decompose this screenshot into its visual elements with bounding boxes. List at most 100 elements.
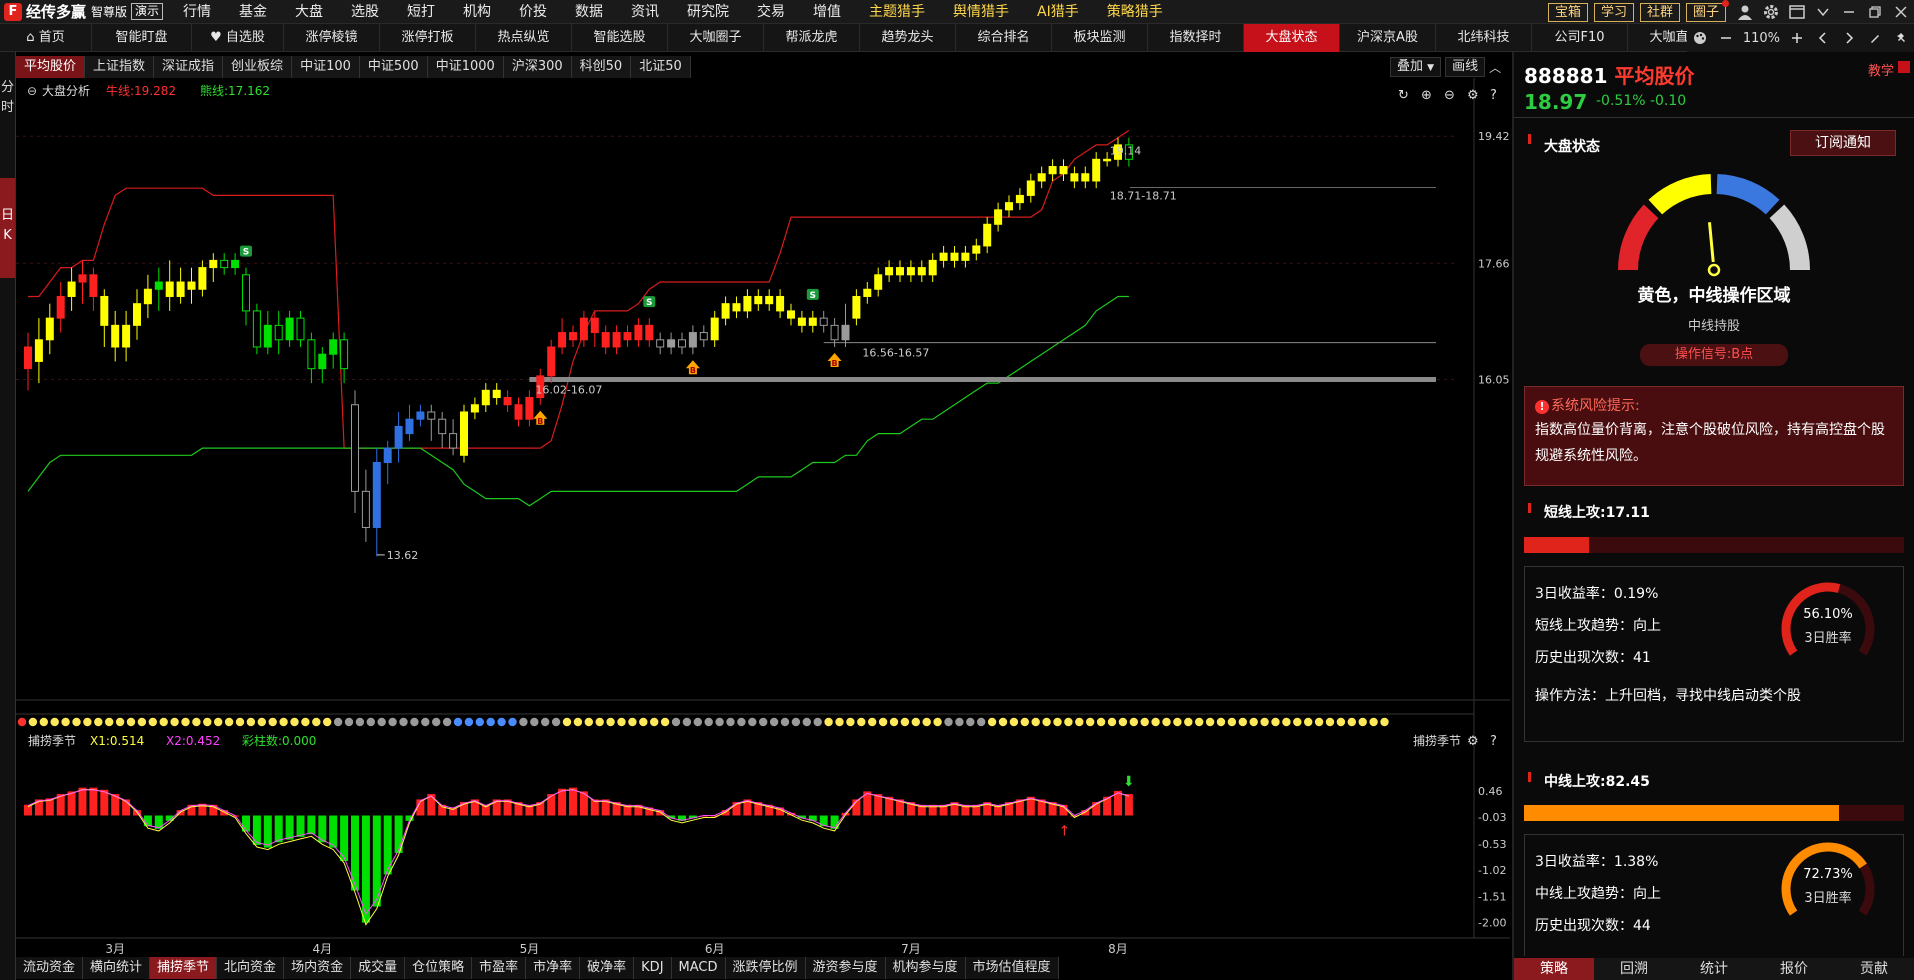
restore-icon[interactable] xyxy=(1862,0,1888,24)
indicator-tab-6[interactable]: 仓位策略 xyxy=(405,957,473,979)
demo-badge[interactable]: 演示 xyxy=(131,3,164,20)
top-menu-item-5[interactable]: 机构 xyxy=(449,0,505,24)
top-menu-item-12[interactable]: 主题猎手 xyxy=(855,0,939,24)
top-menu-item-10[interactable]: 交易 xyxy=(743,0,799,24)
strategy-tab-0[interactable]: 策略 xyxy=(1514,958,1594,980)
nav-item-16[interactable]: 公司F10 xyxy=(1532,23,1628,52)
nav-back-icon[interactable] xyxy=(1810,26,1836,50)
minimize-icon[interactable] xyxy=(1836,0,1862,24)
indicator-tab-5[interactable]: 成交量 xyxy=(351,957,406,979)
zoom-out-icon[interactable] xyxy=(1713,26,1739,50)
nav-forward-icon[interactable] xyxy=(1836,26,1862,50)
indicator-tab-0[interactable]: 流动资金 xyxy=(16,957,84,979)
index-tab-9[interactable]: 北证50 xyxy=(631,56,691,78)
zoom-in-icon[interactable] xyxy=(1784,26,1810,50)
indicator-tab-13[interactable]: 游资参与度 xyxy=(806,957,886,979)
index-tab-7[interactable]: 沪深300 xyxy=(503,56,572,78)
top-menu-item-13[interactable]: 舆情猎手 xyxy=(939,0,1023,24)
add-circle-icon[interactable]: ⊕ xyxy=(1421,88,1432,103)
nav-item-14[interactable]: 沪深京A股 xyxy=(1340,23,1436,52)
collapse-icon[interactable]: ⊖ xyxy=(27,84,37,98)
refresh-icon[interactable]: ↻ xyxy=(1398,88,1409,103)
nav-item-2[interactable]: ♥ 自选股 xyxy=(192,23,284,52)
settings-gear-icon[interactable] xyxy=(1758,0,1784,24)
index-tab-2[interactable]: 深证成指 xyxy=(154,56,224,78)
indicator-settings-icon[interactable]: ⚙ xyxy=(1467,734,1479,749)
indicator-tab-4[interactable]: 场内资金 xyxy=(284,957,352,979)
chevron-up-icon[interactable]: ︿ xyxy=(1489,59,1501,76)
index-tab-6[interactable]: 中证1000 xyxy=(427,56,504,78)
indicator-tab-9[interactable]: 破净率 xyxy=(580,957,635,979)
nav-item-1[interactable]: 智能盯盘 xyxy=(92,23,192,52)
close-icon[interactable] xyxy=(1888,0,1914,24)
minute-chart-tab[interactable]: 分时 xyxy=(0,78,15,118)
chart-area[interactable]: B B B S S S 19.14 18.71-18.71 16.02-16.07 16.56-1… xyxy=(16,78,1510,956)
nav-item-11[interactable]: 板块监测 xyxy=(1052,23,1148,52)
nav-item-10[interactable]: 综合排名 xyxy=(956,23,1052,52)
palette-icon[interactable] xyxy=(1687,26,1713,50)
top-menu-item-6[interactable]: 价投 xyxy=(505,0,561,24)
indicator-tab-10[interactable]: KDJ xyxy=(634,957,672,979)
top-menu-item-14[interactable]: AI猎手 xyxy=(1023,0,1093,24)
teach-link[interactable]: 教学 xyxy=(1868,60,1894,79)
daily-k-tab[interactable]: 日K xyxy=(0,178,15,278)
user-icon[interactable] xyxy=(1732,0,1758,24)
top-menu-item-9[interactable]: 研究院 xyxy=(673,0,743,24)
nav-item-6[interactable]: 智能选股 xyxy=(572,23,668,52)
indicator-tab-1[interactable]: 横向统计 xyxy=(83,957,151,979)
nav-item-12[interactable]: 指数择时 xyxy=(1148,23,1244,52)
overlay-dropdown[interactable]: 叠加 ▼ xyxy=(1390,57,1442,77)
pin-icon[interactable] xyxy=(1888,26,1914,50)
index-tab-3[interactable]: 创业板综 xyxy=(223,56,293,78)
index-tab-4[interactable]: 中证100 xyxy=(292,56,360,78)
top-menu-item-0[interactable]: 行情 xyxy=(169,0,225,24)
top-menu-item-8[interactable]: 资讯 xyxy=(617,0,673,24)
nav-item-13[interactable]: 大盘状态 xyxy=(1244,23,1340,52)
top-menu-item-15[interactable]: 策略猎手 xyxy=(1093,0,1177,24)
layout-icon[interactable] xyxy=(1784,0,1810,24)
indicator-tab-7[interactable]: 市盈率 xyxy=(472,957,527,979)
community-button[interactable]: 社群 xyxy=(1639,2,1680,22)
chart-settings-icon[interactable]: ⚙ xyxy=(1467,88,1479,103)
learn-button[interactable]: 学习 xyxy=(1593,2,1634,22)
index-tab-5[interactable]: 中证500 xyxy=(359,56,428,78)
state-dot xyxy=(17,717,27,727)
top-menu-item-4[interactable]: 短打 xyxy=(393,0,449,24)
nav-item-3[interactable]: 涨停棱镜 xyxy=(284,23,380,52)
strategy-tab-2[interactable]: 统计 xyxy=(1674,958,1754,980)
index-tab-1[interactable]: 上证指数 xyxy=(85,56,155,78)
remove-circle-icon[interactable]: ⊖ xyxy=(1444,88,1455,103)
top-menu-item-3[interactable]: 选股 xyxy=(337,0,393,24)
nav-item-9[interactable]: 趋势龙头 xyxy=(860,23,956,52)
index-tab-8[interactable]: 科创50 xyxy=(571,56,632,78)
strategy-tab-3[interactable]: 报价 xyxy=(1754,958,1834,980)
indicator-tab-2[interactable]: 捕捞季节 xyxy=(150,957,218,979)
index-tab-0[interactable]: 平均股价 xyxy=(16,56,86,78)
draw-line-button[interactable]: 画线 xyxy=(1445,57,1486,77)
circle-button[interactable]: 圈子 xyxy=(1685,0,1729,22)
nav-item-7[interactable]: 大咖圈子 xyxy=(668,23,764,52)
indicator-tab-8[interactable]: 市净率 xyxy=(526,957,581,979)
top-menu-item-7[interactable]: 数据 xyxy=(561,0,617,24)
nav-item-8[interactable]: 帮派龙虎 xyxy=(764,23,860,52)
nav-item-0[interactable]: ⌂ 首页 xyxy=(0,23,92,52)
strategy-tab-1[interactable]: 回溯 xyxy=(1594,958,1674,980)
indicator-tab-11[interactable]: MACD xyxy=(672,957,726,979)
top-menu-item-2[interactable]: 大盘 xyxy=(281,0,337,24)
indicator-tab-3[interactable]: 北向资金 xyxy=(217,957,285,979)
indicator-tab-12[interactable]: 涨跌停比例 xyxy=(726,957,806,979)
nav-item-15[interactable]: 北纬科技 xyxy=(1436,23,1532,52)
indicator-help-icon[interactable]: ? xyxy=(1490,734,1497,749)
top-menu-item-11[interactable]: 增值 xyxy=(799,0,855,24)
dropdown-chevron-icon[interactable] xyxy=(1810,0,1836,24)
indicator-tab-14[interactable]: 机构参与度 xyxy=(886,957,966,979)
indicator-tab-15[interactable]: 市场估值程度 xyxy=(966,957,1059,979)
subscribe-notify-button[interactable]: 订阅通知 xyxy=(1790,130,1896,156)
nav-item-4[interactable]: 涨停打板 xyxy=(380,23,476,52)
nav-item-5[interactable]: 热点纵览 xyxy=(476,23,572,52)
strategy-tab-4[interactable]: 贡献 xyxy=(1834,958,1914,980)
pen-icon[interactable] xyxy=(1862,26,1888,50)
top-menu-item-1[interactable]: 基金 xyxy=(225,0,281,24)
treasure-box-button[interactable]: 宝箱 xyxy=(1547,2,1588,22)
help-icon[interactable]: ? xyxy=(1490,88,1497,103)
